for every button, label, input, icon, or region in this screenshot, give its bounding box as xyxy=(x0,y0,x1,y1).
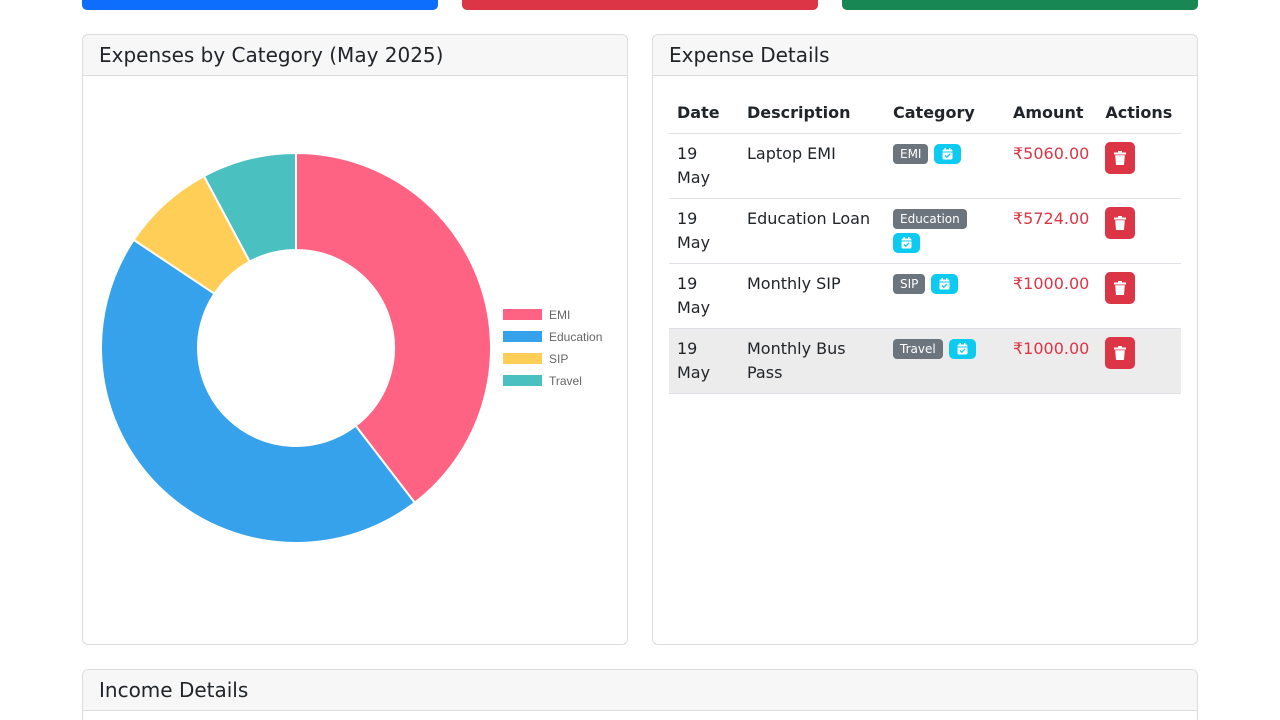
expense-table: Date Description Category Amount Actions… xyxy=(669,91,1181,394)
category-badge: Education xyxy=(893,209,967,229)
table-row: 19 May Education Loan Education ₹5724.00 xyxy=(669,198,1181,264)
row-amount: ₹5724.00 xyxy=(1005,198,1098,264)
category-badge: SIP xyxy=(893,274,926,294)
income-card-title: Income Details xyxy=(83,670,1197,711)
expense-details-card: Expense Details Date Description Categor… xyxy=(652,34,1198,645)
row-amount: ₹1000.00 xyxy=(1005,328,1098,394)
table-row: 19 May Monthly Bus Pass Travel ₹1000.00 xyxy=(669,328,1181,394)
table-row: 19 May Monthly SIP SIP ₹1000.00 xyxy=(669,263,1181,329)
row-actions xyxy=(1097,198,1181,264)
header-date: Date xyxy=(669,91,739,134)
table-header-row: Date Description Category Amount Actions xyxy=(669,91,1181,134)
legend-swatch-education[interactable] xyxy=(503,331,542,342)
row-category: Education xyxy=(885,198,1005,264)
top-blue-button[interactable] xyxy=(82,0,438,10)
row-date: 19 May xyxy=(669,198,739,264)
row-actions xyxy=(1097,263,1181,329)
category-badge: EMI xyxy=(893,144,929,164)
row-category: Travel xyxy=(885,328,1005,394)
row-description: Monthly SIP xyxy=(739,263,885,329)
row-date: 19 May xyxy=(669,263,739,329)
calendar-check-icon[interactable] xyxy=(934,144,962,164)
row-amount: ₹5060.00 xyxy=(1005,133,1098,199)
expenses-donut-chart: EMI Education SIP Travel xyxy=(100,151,602,544)
trash-icon[interactable] xyxy=(1105,271,1136,304)
row-category: EMI xyxy=(885,133,1005,199)
top-red-button[interactable] xyxy=(462,0,818,10)
top-green-button[interactable] xyxy=(842,0,1198,10)
calendar-check-icon[interactable] xyxy=(931,274,959,294)
calendar-check-icon[interactable] xyxy=(893,233,920,253)
row-actions xyxy=(1097,133,1181,199)
category-badge: Travel xyxy=(893,339,943,359)
income-details-card: Income Details xyxy=(82,669,1198,720)
chart-card-title: Expenses by Category (May 2025) xyxy=(83,35,627,76)
row-description: Education Loan xyxy=(739,198,885,264)
expenses-chart-card: Expenses by Category (May 2025) EMI Educa… xyxy=(82,34,628,645)
trash-icon[interactable] xyxy=(1105,141,1136,174)
row-description: Monthly Bus Pass xyxy=(739,328,885,394)
calendar-check-icon[interactable] xyxy=(948,339,976,359)
row-amount: ₹1000.00 xyxy=(1005,263,1098,329)
row-date: 19 May xyxy=(669,328,739,394)
legend-swatch-sip[interactable] xyxy=(503,353,542,364)
header-category: Category xyxy=(885,91,1005,134)
trash-icon[interactable] xyxy=(1105,206,1136,239)
legend-label-education[interactable]: Education xyxy=(549,330,602,344)
row-date: 19 May xyxy=(669,133,739,199)
legend-label-sip[interactable]: SIP xyxy=(549,352,568,366)
row-actions xyxy=(1097,328,1181,394)
details-card-title: Expense Details xyxy=(653,35,1197,76)
row-category: SIP xyxy=(885,263,1005,329)
table-row: 19 May Laptop EMI EMI ₹5060.00 xyxy=(669,133,1181,199)
legend-swatch-emi[interactable] xyxy=(503,309,542,320)
header-amount: Amount xyxy=(1005,91,1098,134)
header-description: Description xyxy=(739,91,885,134)
row-description: Laptop EMI xyxy=(739,133,885,199)
legend-label-emi[interactable]: EMI xyxy=(549,308,570,322)
slice-education[interactable] xyxy=(100,238,417,544)
legend-label-travel[interactable]: Travel xyxy=(549,374,582,388)
legend-swatch-travel[interactable] xyxy=(503,375,542,386)
trash-icon[interactable] xyxy=(1105,336,1136,369)
header-actions: Actions xyxy=(1097,91,1181,134)
